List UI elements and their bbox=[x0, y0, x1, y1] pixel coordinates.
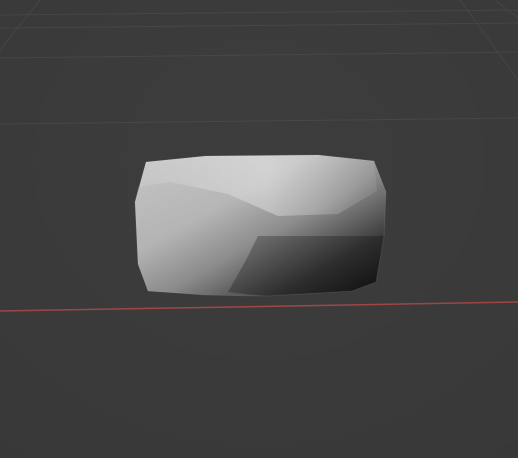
3d-viewport[interactable] bbox=[0, 0, 518, 458]
viewport-canvas[interactable] bbox=[0, 0, 518, 458]
viewport-vignette bbox=[0, 0, 518, 458]
